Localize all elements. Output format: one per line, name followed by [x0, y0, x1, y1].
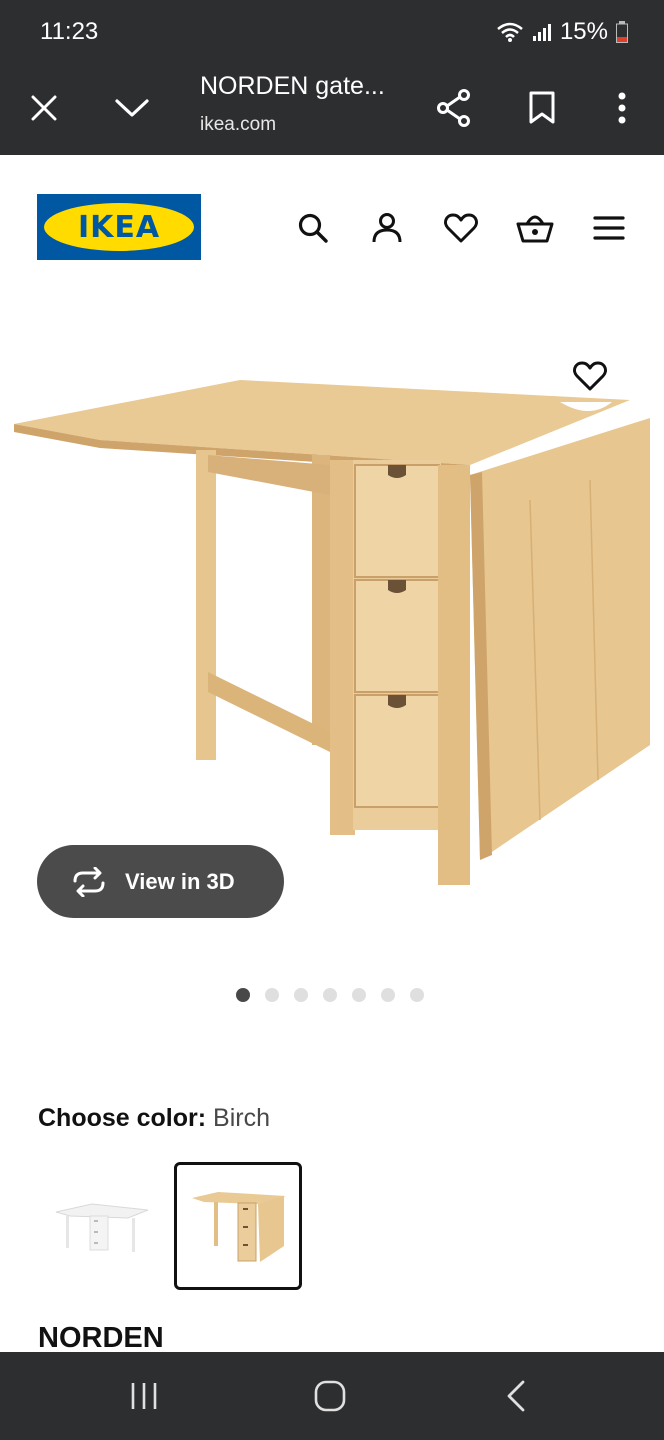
color-variant-white[interactable] [38, 1162, 166, 1290]
rotate-3d-icon [73, 866, 105, 897]
back-icon[interactable] [492, 1374, 540, 1418]
carousel-dot[interactable] [236, 988, 250, 1002]
product-name: NORDEN [38, 1322, 164, 1354]
wishlist-icon[interactable] [439, 206, 483, 250]
status-bar: 11:23 15% [0, 0, 664, 62]
carousel-dot[interactable] [410, 988, 424, 1002]
cart-icon[interactable] [513, 206, 557, 250]
favorite-icon[interactable] [566, 352, 614, 400]
page-title[interactable]: NORDEN gate... [200, 72, 385, 101]
ikea-logo[interactable]: IKEA [37, 194, 201, 260]
recent-apps-icon[interactable] [120, 1374, 168, 1418]
page-url[interactable]: ikea.com [200, 114, 276, 136]
system-nav-bar [0, 1352, 664, 1440]
color-value: Birch [213, 1104, 270, 1132]
wifi-icon [496, 21, 524, 43]
share-icon[interactable] [430, 84, 478, 132]
search-icon[interactable] [291, 206, 335, 250]
home-icon[interactable] [306, 1374, 354, 1418]
status-icons: 15% [496, 18, 628, 46]
close-icon[interactable] [20, 84, 68, 132]
view-in-3d-label: View in 3D [125, 868, 235, 894]
carousel-indicator [236, 988, 424, 1002]
battery-percent: 15% [559, 18, 608, 45]
signal-icon [532, 22, 552, 42]
status-time: 11:23 [40, 18, 99, 45]
account-icon[interactable] [365, 206, 409, 250]
logo-oval: IKEA [44, 203, 194, 251]
color-chooser-label: Choose color: Birch [38, 1104, 270, 1133]
color-label: Choose color: [38, 1104, 207, 1132]
menu-icon[interactable] [587, 206, 631, 250]
color-variant-birch[interactable] [174, 1162, 302, 1290]
chevron-down-icon[interactable] [108, 84, 156, 132]
carousel-dot[interactable] [323, 988, 337, 1002]
product-image[interactable] [0, 300, 664, 920]
more-options-icon[interactable] [598, 84, 646, 132]
carousel-dot[interactable] [352, 988, 366, 1002]
view-in-3d-button[interactable]: View in 3D [37, 845, 284, 918]
battery-icon [616, 21, 628, 43]
bookmark-icon[interactable] [518, 84, 566, 132]
carousel-dot[interactable] [381, 988, 395, 1002]
browser-toolbar: NORDEN gate... ikea.com [0, 62, 664, 155]
carousel-dot[interactable] [265, 988, 279, 1002]
logo-text: IKEA [77, 209, 161, 245]
carousel-dot[interactable] [294, 988, 308, 1002]
